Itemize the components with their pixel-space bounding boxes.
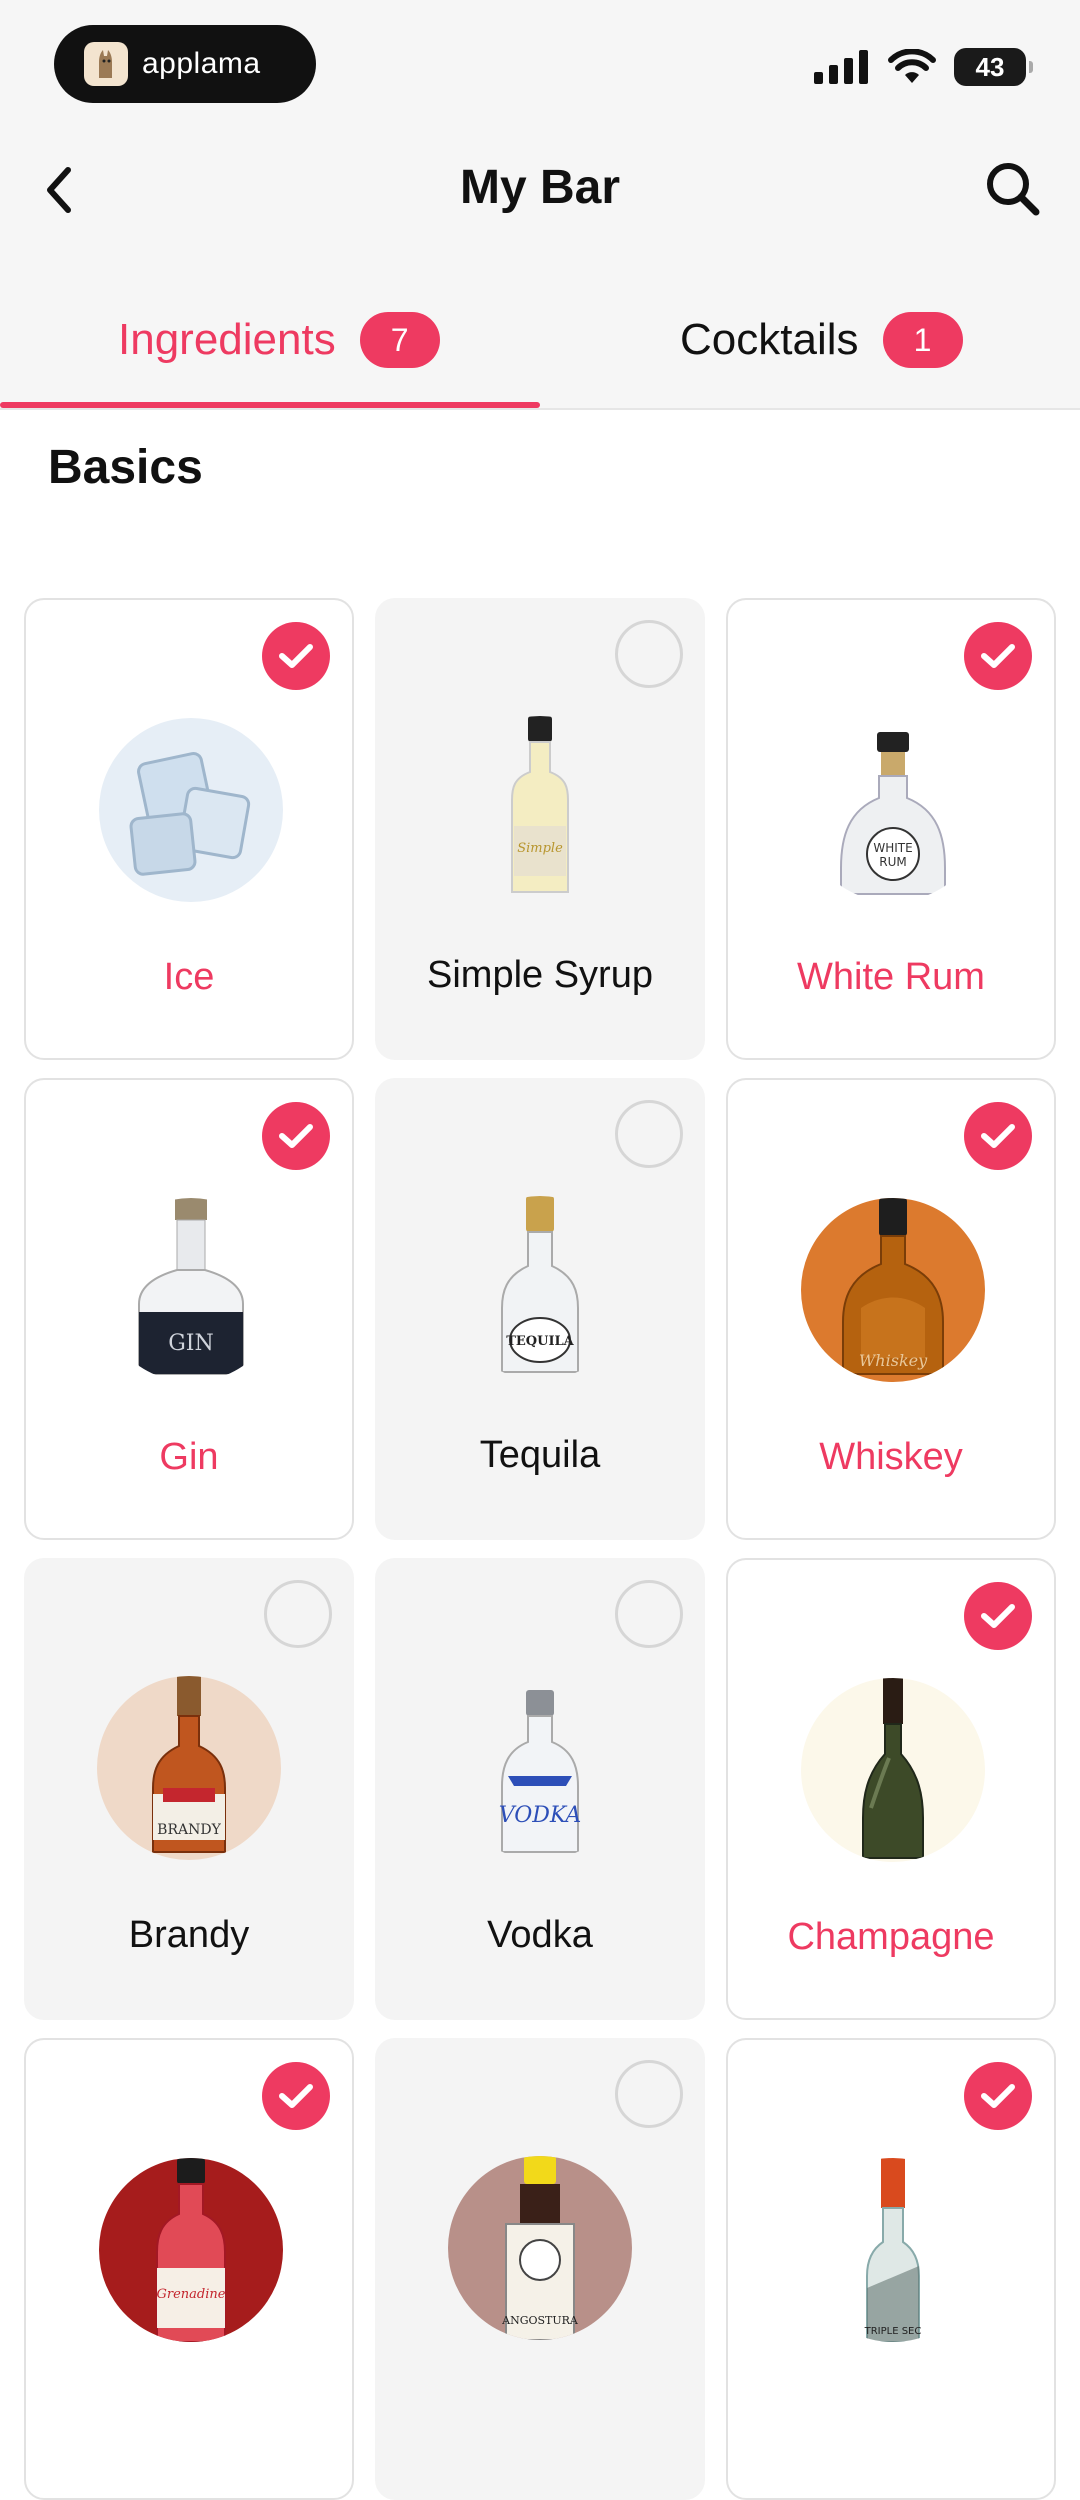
system-icons: 43 [814, 48, 1033, 86]
rum-bottle-icon: WHITE RUM [801, 718, 985, 902]
svg-text:Simple: Simple [517, 841, 563, 856]
checkmark-icon[interactable] [262, 1102, 330, 1170]
ingredient-card-gin[interactable]: GIN Gin [24, 1078, 354, 1540]
ingredient-label: Gin [159, 1436, 219, 1478]
svg-text:WHITE: WHITE [873, 841, 912, 855]
svg-text:TRIPLE SEC: TRIPLE SEC [864, 2326, 922, 2337]
battery-icon: 43 [954, 48, 1033, 86]
checkmark-icon[interactable] [262, 2062, 330, 2130]
ingredient-card-tequila[interactable]: TEQUILA Tequila [375, 1078, 705, 1540]
search-button[interactable] [982, 158, 1042, 218]
svg-text:TEQUILA: TEQUILA [506, 1334, 574, 1349]
svg-text:Whiskey: Whiskey [859, 1351, 928, 1370]
count-badge: 1 [882, 312, 963, 368]
ingredient-card-angostura[interactable]: ANGOSTURA [375, 2038, 705, 2500]
ingredient-card-simple-syrup[interactable]: Simple Simple Syrup [375, 598, 705, 1060]
svg-text:BRANDY: BRANDY [157, 1822, 221, 1838]
svg-text:GIN: GIN [168, 1331, 214, 1356]
syrup-bottle-icon: Simple [448, 716, 632, 900]
gin-bottle-icon: GIN [99, 1198, 283, 1382]
llama-logo-icon [84, 42, 128, 86]
signal-icon [814, 50, 868, 84]
ingredient-label: Champagne [787, 1916, 995, 1958]
vodka-bottle-icon: VODKA [448, 1676, 632, 1860]
tab-label: Ingredients [118, 315, 336, 364]
ingredient-label: Tequila [479, 1434, 601, 1476]
checkmark-icon[interactable] [964, 1102, 1032, 1170]
wifi-icon [888, 49, 936, 83]
ingredient-card-whiskey[interactable]: Whiskey Whiskey [726, 1078, 1056, 1540]
empty-checkbox-icon[interactable] [615, 1580, 683, 1648]
checkmark-icon[interactable] [262, 622, 330, 690]
brandy-bottle-icon: BRANDY [97, 1676, 281, 1860]
tab-bar: Ingredients 7 Cocktails 1 [0, 280, 1080, 410]
triple-sec-bottle-icon: TRIPLE SEC [801, 2158, 985, 2342]
tab-cocktails[interactable]: Cocktails 1 [680, 310, 963, 370]
ingredient-label: Vodka [487, 1914, 593, 1956]
ingredient-card-ice[interactable]: Ice [24, 598, 354, 1060]
page-title: My Bar [459, 161, 621, 214]
ice-cubes-icon [99, 718, 283, 902]
nav-bar: My Bar [0, 130, 1080, 280]
app-badge: applama [54, 25, 316, 103]
brand-name: applama [142, 47, 261, 80]
empty-checkbox-icon[interactable] [615, 620, 683, 688]
whiskey-bottle-icon: Whiskey [801, 1198, 985, 1382]
checkmark-icon[interactable] [964, 1582, 1032, 1650]
ingredient-label: White Rum [797, 956, 985, 998]
ingredient-card-brandy[interactable]: BRANDY Brandy [24, 1558, 354, 2020]
tab-label: Cocktails [680, 315, 859, 364]
svg-text:VODKA: VODKA [499, 1803, 582, 1828]
tequila-bottle-icon: TEQUILA [448, 1196, 632, 1380]
ingredient-card-white-rum[interactable]: WHITE RUM White Rum [726, 598, 1056, 1060]
ingredient-label: Brandy [128, 1914, 250, 1956]
ingredient-label: Whiskey [819, 1436, 963, 1478]
svg-text:ANGOSTURA: ANGOSTURA [501, 2314, 579, 2327]
ingredient-card-grenadine[interactable]: Grenadine [24, 2038, 354, 2500]
svg-text:Grenadine: Grenadine [157, 2287, 226, 2302]
ingredient-card-triple-sec[interactable]: TRIPLE SEC [726, 2038, 1056, 2500]
svg-text:RUM: RUM [879, 855, 906, 869]
status-bar: applama 43 [0, 0, 1080, 130]
search-icon [987, 163, 1040, 216]
ingredient-label: Simple Syrup [427, 954, 653, 996]
champagne-bottle-icon [801, 1678, 985, 1862]
grenadine-bottle-icon: Grenadine [99, 2158, 283, 2342]
bitters-bottle-icon: ANGOSTURA [448, 2156, 632, 2340]
ingredient-card-champagne[interactable]: Champagne [726, 1558, 1056, 2020]
ingredient-label: Ice [163, 956, 215, 998]
checkmark-icon[interactable] [964, 622, 1032, 690]
empty-checkbox-icon[interactable] [615, 2060, 683, 2128]
ingredient-card-vodka[interactable]: VODKA Vodka [375, 1558, 705, 2020]
checkmark-icon[interactable] [964, 2062, 1032, 2130]
count-badge: 7 [359, 312, 440, 368]
empty-checkbox-icon[interactable] [615, 1100, 683, 1168]
empty-checkbox-icon[interactable] [264, 1580, 332, 1648]
section-title: Basics [48, 441, 203, 494]
tab-ingredients[interactable]: Ingredients 7 [118, 310, 440, 370]
active-tab-indicator [0, 402, 540, 408]
